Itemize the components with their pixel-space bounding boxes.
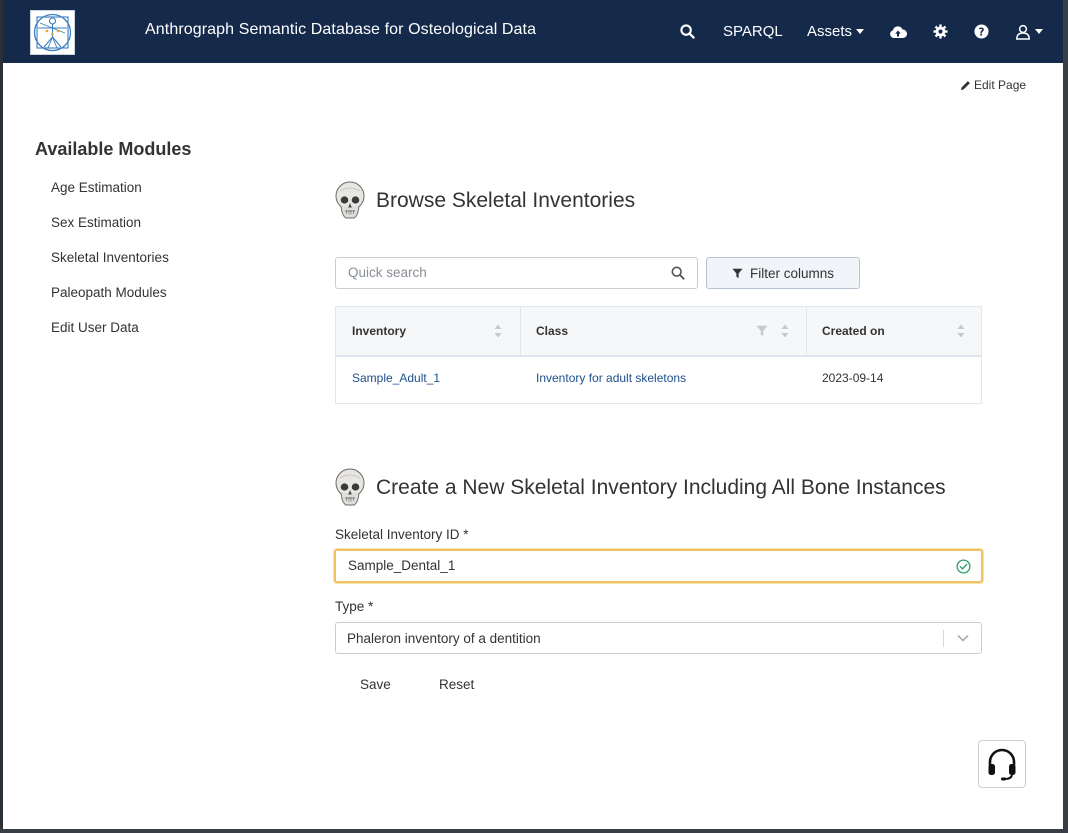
inventory-id-input[interactable] xyxy=(348,558,938,573)
filter-columns-button[interactable]: Filter columns xyxy=(706,257,860,289)
filter-columns-label: Filter columns xyxy=(749,265,835,281)
svg-text:?: ? xyxy=(979,26,985,38)
window-frame-bottom xyxy=(0,829,1068,833)
filter-icon xyxy=(732,268,743,278)
help-button[interactable] xyxy=(978,740,1026,788)
table-header: Inventory Class Created on xyxy=(336,307,981,357)
type-select[interactable]: Phaleron inventory of a dentition xyxy=(335,622,982,654)
sidebar-item-paleopath-modules[interactable]: Paleopath Modules xyxy=(51,285,169,320)
skull-icon xyxy=(335,181,365,219)
column-divider xyxy=(520,307,521,355)
browse-heading-row: Browse Skeletal Inventories xyxy=(334,181,635,221)
sidebar-nav: Age Estimation Sex Estimation Skeletal I… xyxy=(51,180,169,355)
headset-icon xyxy=(988,748,1016,781)
sparql-link[interactable]: SPARQL xyxy=(723,0,783,63)
sidebar-item-sex-estimation[interactable]: Sex Estimation xyxy=(51,215,169,250)
search-icon[interactable] xyxy=(671,266,685,280)
caret-down-icon xyxy=(856,29,865,34)
create-heading: Create a New Skeletal Inventory Includin… xyxy=(376,476,946,499)
create-heading-row: Create a New Skeletal Inventory Includin… xyxy=(334,468,946,508)
inventory-id-label: Skeletal Inventory ID * xyxy=(335,527,469,542)
pencil-icon xyxy=(960,80,970,90)
select-separator xyxy=(943,630,944,647)
column-header-inventory[interactable]: Inventory xyxy=(352,307,406,355)
question-icon[interactable]: ? xyxy=(974,0,989,63)
class-link[interactable]: Inventory for adult skeletons xyxy=(536,371,686,385)
sort-icon[interactable] xyxy=(494,324,502,338)
sidebar-item-edit-user-data[interactable]: Edit User Data xyxy=(51,320,169,355)
cloud-upload-icon[interactable] xyxy=(889,0,907,63)
type-selected-value: Phaleron inventory of a dentition xyxy=(347,631,541,646)
window-frame-left xyxy=(0,0,3,833)
skull-icon xyxy=(335,468,365,506)
inventory-id-field[interactable] xyxy=(334,549,983,583)
assets-dropdown[interactable]: Assets xyxy=(807,0,865,63)
caret-down-icon xyxy=(1035,29,1043,34)
quick-search-box[interactable] xyxy=(335,257,698,289)
window-frame-right xyxy=(1063,0,1068,833)
edit-page-link[interactable]: Edit Page xyxy=(960,78,1026,92)
browse-heading: Browse Skeletal Inventories xyxy=(376,189,636,212)
edit-page-label: Edit Page xyxy=(974,78,1027,92)
sidebar-title: Available Modules xyxy=(35,139,192,159)
save-button[interactable]: Save xyxy=(360,677,391,692)
gear-icon[interactable] xyxy=(933,0,948,63)
assets-label: Assets xyxy=(807,23,853,40)
sidebar-item-age-estimation[interactable]: Age Estimation xyxy=(51,180,169,215)
sidebar-item-skeletal-inventories[interactable]: Skeletal Inventories xyxy=(51,250,169,285)
inventories-table: Inventory Class Created on Sample_Adult_… xyxy=(335,306,982,404)
app-title[interactable]: Anthrograph Semantic Database for Osteol… xyxy=(145,21,536,39)
column-filter-icon[interactable] xyxy=(756,325,768,337)
sort-icon[interactable] xyxy=(957,324,965,338)
chevron-down-icon[interactable] xyxy=(957,634,969,642)
created-on-cell: 2023-09-14 xyxy=(822,371,884,385)
check-circle-icon xyxy=(956,559,971,574)
search-icon[interactable] xyxy=(680,0,695,63)
top-navbar: Anthrograph Semantic Database for Osteol… xyxy=(3,0,1063,63)
inventory-link[interactable]: Sample_Adult_1 xyxy=(352,371,440,385)
sort-icon[interactable] xyxy=(781,324,789,338)
reset-button[interactable]: Reset xyxy=(439,677,474,692)
app-logo[interactable] xyxy=(30,10,75,55)
type-label: Type * xyxy=(335,599,374,614)
column-header-created-on[interactable]: Created on xyxy=(822,307,885,355)
user-icon[interactable] xyxy=(1015,0,1043,63)
quick-search-input[interactable] xyxy=(348,265,648,280)
column-header-class[interactable]: Class xyxy=(536,307,568,355)
column-divider xyxy=(806,307,807,355)
